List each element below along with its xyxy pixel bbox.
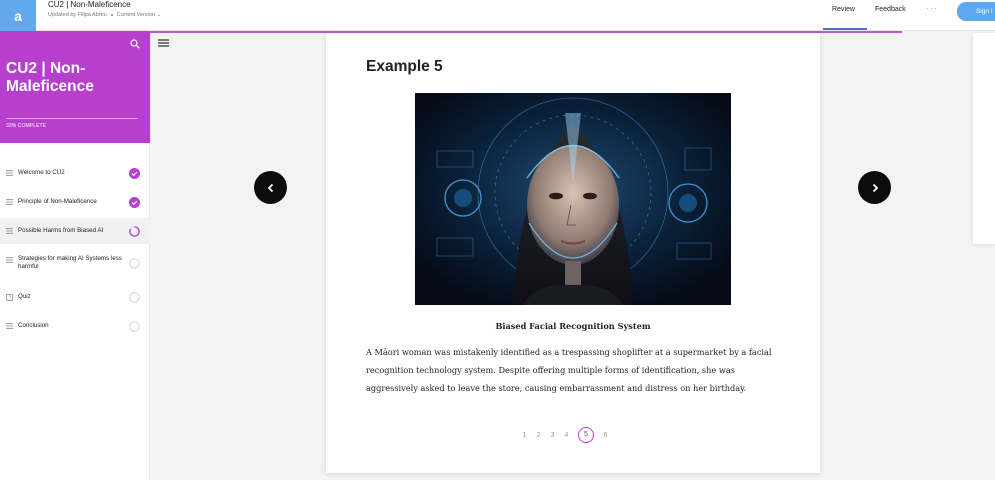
quiz-icon: ? bbox=[6, 293, 13, 301]
empty-circle-icon bbox=[129, 291, 140, 303]
progress-text: 33% COMPLETE bbox=[6, 123, 47, 129]
sidebar-item-principle[interactable]: Principle of Non-Maleficence bbox=[0, 189, 150, 215]
pagination: 1 2 3 4 5 6 bbox=[522, 427, 608, 443]
empty-circle-icon bbox=[129, 320, 140, 332]
page-3[interactable]: 3 bbox=[550, 432, 555, 439]
lines-icon bbox=[6, 257, 13, 263]
page-6[interactable]: 6 bbox=[603, 432, 608, 439]
sidebar-item-label: Principle of Non-Maleficence bbox=[18, 198, 97, 205]
example-description: A Māori woman was mistakenly identified … bbox=[366, 347, 772, 393]
check-circle-icon bbox=[129, 167, 140, 179]
chevron-right-icon bbox=[872, 183, 878, 192]
sidebar-item-label: Conclusion bbox=[18, 322, 49, 329]
updated-by-text: Updated by Filipa Abreu bbox=[48, 12, 107, 18]
example-title: Example 5 bbox=[366, 58, 443, 75]
page-5-current[interactable]: 5 bbox=[578, 427, 594, 443]
sidebar-item-welcome[interactable]: Welcome to CU2 bbox=[0, 160, 150, 186]
app-logo[interactable]: a bbox=[0, 0, 36, 31]
sidebar-divider bbox=[6, 118, 138, 119]
page-4[interactable]: 4 bbox=[564, 432, 569, 439]
lines-icon bbox=[6, 228, 13, 234]
sign-in-button[interactable]: Sign I bbox=[957, 2, 995, 21]
image-caption: Biased Facial Recognition System bbox=[495, 321, 651, 331]
check-circle-icon bbox=[129, 196, 140, 208]
top-bar: a CU2 | Non-Maleficence Updated by Filip… bbox=[0, 0, 995, 31]
in-progress-circle-icon bbox=[129, 225, 140, 237]
course-subtitle: Updated by Filipa Abreu Current Version … bbox=[48, 12, 161, 18]
sidebar-item-label: Quiz bbox=[18, 293, 31, 300]
sidebar-item-conclusion[interactable]: Conclusion bbox=[0, 313, 150, 339]
sidebar-course-title: CU2 | Non-Maleficence bbox=[6, 60, 94, 95]
menu-icon[interactable] bbox=[158, 39, 169, 47]
tab-feedback[interactable]: Feedback bbox=[875, 6, 906, 13]
course-title: CU2 | Non-Maleficence bbox=[48, 0, 131, 9]
facial-recognition-image bbox=[415, 93, 731, 305]
sidebar-item-possible-harms[interactable]: Possible Harms from Biased AI bbox=[0, 218, 150, 244]
page-2[interactable]: 2 bbox=[536, 432, 541, 439]
separator-dot bbox=[110, 14, 113, 16]
next-button[interactable] bbox=[858, 171, 891, 204]
feedback-panel-edge bbox=[973, 33, 995, 244]
search-icon[interactable] bbox=[130, 39, 140, 49]
page-1[interactable]: 1 bbox=[522, 432, 527, 439]
svg-text:?: ? bbox=[8, 295, 11, 300]
sidebar-item-quiz[interactable]: ? Quiz bbox=[0, 284, 150, 310]
version-dropdown[interactable]: Current Version ⌄ bbox=[117, 12, 161, 18]
sidebar-item-label: Strategies for making AI Systems less ha… bbox=[18, 255, 122, 270]
previous-button[interactable] bbox=[254, 171, 287, 204]
lines-icon bbox=[6, 170, 13, 176]
tab-review[interactable]: Review bbox=[832, 6, 855, 13]
more-options-icon[interactable]: ··· bbox=[926, 3, 938, 13]
sidebar-item-strategies[interactable]: Strategies for making AI Systems less ha… bbox=[0, 247, 150, 279]
sidebar-header: CU2 | Non-Maleficence 33% COMPLETE bbox=[0, 31, 150, 143]
empty-circle-icon bbox=[129, 257, 140, 269]
sidebar-item-label: Possible Harms from Biased AI bbox=[18, 227, 104, 234]
lines-icon bbox=[6, 199, 13, 205]
sidebar-item-label: Welcome to CU2 bbox=[18, 169, 65, 176]
chevron-left-icon bbox=[267, 183, 273, 192]
lines-icon bbox=[6, 323, 13, 329]
active-tab-indicator bbox=[823, 28, 867, 30]
lesson-content-card: Example 5 Biased Facial Recognition Syst… bbox=[326, 33, 820, 473]
sidebar: CU2 | Non-Maleficence 33% COMPLETE Welco… bbox=[0, 31, 150, 480]
